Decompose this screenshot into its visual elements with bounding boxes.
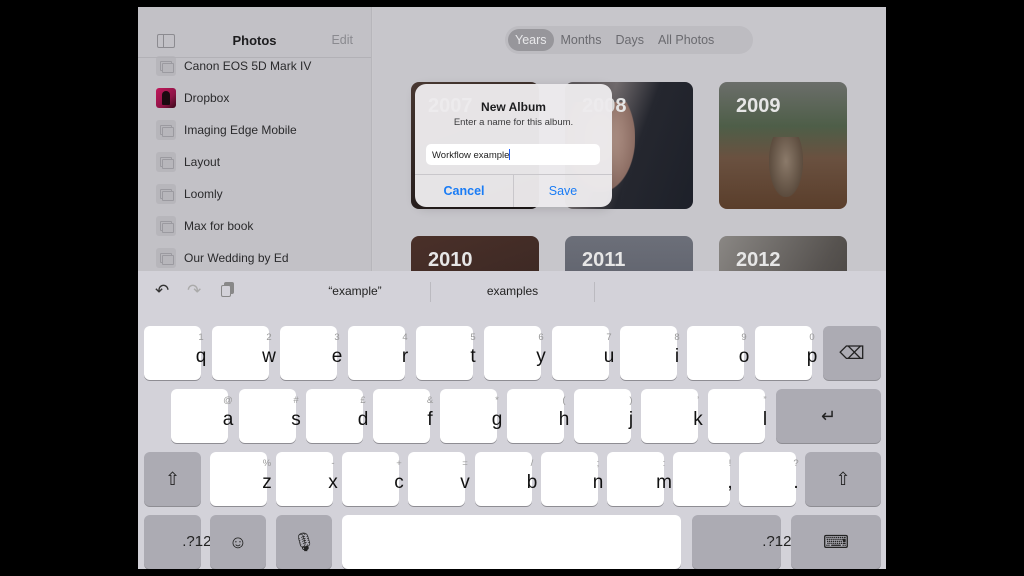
cancel-button[interactable]: Cancel (415, 175, 514, 207)
key-h[interactable]: (h (507, 389, 569, 443)
view-segmented-control: Years Months Days All Photos (505, 26, 753, 54)
delete-icon: ⌫ (839, 342, 865, 363)
album-placeholder-icon (156, 120, 176, 140)
album-placeholder-icon (156, 152, 176, 172)
key-y[interactable]: 6y (484, 326, 546, 380)
album-label: Canon EOS 5D Mark IV (184, 59, 312, 73)
key-g[interactable]: * g (440, 389, 502, 443)
album-item-layout[interactable]: Layout (138, 146, 371, 178)
photo-content (769, 137, 803, 197)
album-label: Max for book (184, 219, 254, 233)
dialog-message: Enter a name for this album. (453, 117, 574, 128)
album-item-dropbox[interactable]: Dropbox (138, 82, 371, 114)
tab-months[interactable]: Months (554, 29, 609, 51)
space-bar[interactable] (342, 515, 681, 569)
key-z[interactable]: % z (210, 452, 272, 506)
paste-icon[interactable] (221, 282, 234, 297)
emoji-icon: ☺ (228, 531, 248, 552)
album-placeholder-icon (156, 248, 176, 268)
album-placeholder-icon (156, 216, 176, 236)
year-card-2009[interactable]: 2009 (719, 82, 847, 209)
key-period[interactable]: ?. (739, 452, 799, 506)
sidebar-divider (138, 57, 371, 58)
dismiss-keyboard-key[interactable]: ⌨ (791, 515, 881, 569)
emoji-key[interactable]: ☺ (210, 515, 266, 569)
shift-icon: ⇧ (164, 468, 181, 489)
key-i[interactable]: 8i (620, 326, 680, 380)
keyboard-shortcut-bar: ↶ ↷ “example” examples (138, 271, 886, 309)
dictation-key[interactable]: 🎙︎ (276, 515, 332, 569)
suggestion-1[interactable]: “example” (280, 271, 430, 309)
year-label: 2010 (428, 249, 473, 271)
key-a[interactable]: @ a (171, 389, 233, 443)
album-name-value: Workflow example (432, 150, 510, 161)
numbers-key-left[interactable]: .?123 (144, 515, 220, 569)
key-t[interactable]: 5t (416, 326, 476, 380)
album-thumbnail (156, 88, 176, 108)
redo-icon[interactable]: ↷ (187, 281, 201, 301)
microphone-icon: 🎙︎ (292, 531, 316, 552)
album-label: Loomly (184, 187, 223, 201)
backspace-key[interactable]: ⌫ (823, 326, 881, 380)
key-w[interactable]: 2w (212, 326, 276, 380)
shift-key-right[interactable]: ⇧ (805, 452, 881, 506)
key-u[interactable]: 7u (552, 326, 614, 380)
new-album-dialog: New Album Enter a name for this album. W… (415, 84, 612, 207)
album-item-max-for-book[interactable]: Max for book (138, 210, 371, 242)
shift-key-left[interactable]: ⇧ (144, 452, 201, 506)
key-v[interactable]: = v (408, 452, 470, 506)
key-r[interactable]: 4r (348, 326, 408, 380)
year-label: 2011 (582, 249, 626, 271)
key-f[interactable]: & f (373, 389, 433, 443)
year-label: 2012 (736, 249, 781, 271)
text-caret (509, 149, 511, 160)
suggestion-divider (594, 282, 595, 302)
tab-days[interactable]: Days (609, 29, 651, 51)
save-button[interactable]: Save (514, 175, 612, 207)
ipad-screen: 16:08 Thu 4 Mar 📶︎ 45% Photos Edit Canon… (138, 7, 886, 569)
key-c[interactable]: + c (342, 452, 404, 506)
year-label: 2009 (736, 95, 781, 117)
album-item-imaging-edge-mobile[interactable]: Imaging Edge Mobile (138, 114, 371, 146)
onscreen-keyboard: ↶ ↷ “example” examples 1q2w3e4r5t6y7u8i9… (138, 271, 886, 569)
tab-all-photos[interactable]: All Photos (651, 29, 721, 51)
key-d[interactable]: £ d (306, 389, 368, 443)
return-key[interactable]: ↵ (776, 389, 881, 443)
album-label: Our Wedding by Ed (184, 251, 289, 265)
key-n[interactable]: ; n (541, 452, 603, 506)
album-label: Dropbox (184, 91, 230, 105)
undo-icon[interactable]: ↶ (155, 281, 169, 301)
key-e[interactable]: 3e (280, 326, 342, 380)
edit-button[interactable]: Edit (331, 33, 353, 47)
album-item-our-wedding-by-ed[interactable]: Our Wedding by Ed (138, 242, 371, 274)
key-m[interactable]: :m (607, 452, 672, 506)
return-icon: ↵ (820, 405, 837, 426)
key-o[interactable]: 9o (687, 326, 749, 380)
album-label: Layout (184, 155, 221, 169)
key-q[interactable]: 1q (144, 326, 206, 380)
key-s[interactable]: # s (239, 389, 301, 443)
album-item-loomly[interactable]: Loomly (138, 178, 371, 210)
album-placeholder-icon (156, 184, 176, 204)
key-b[interactable]: / b (475, 452, 537, 506)
keyboard-dismiss-icon: ⌨ (823, 531, 849, 552)
key-x[interactable]: -x (276, 452, 338, 506)
numbers-key-right[interactable]: .?123 (692, 515, 800, 569)
dialog-title: New Album (481, 100, 546, 114)
key-comma[interactable]: !, (673, 452, 733, 506)
album-item-canon-eos-5d-mark-iv[interactable]: Canon EOS 5D Mark IV (138, 50, 371, 82)
tab-years[interactable]: Years (508, 29, 554, 51)
sidebar: Photos Edit Canon EOS 5D Mark IV Dropbox… (138, 7, 372, 271)
key-k[interactable]: ’ k (641, 389, 703, 443)
key-p[interactable]: 0p (755, 326, 817, 380)
album-name-input[interactable]: Workflow example (426, 144, 600, 165)
album-placeholder-icon (156, 56, 176, 76)
shift-icon: ⇧ (835, 468, 851, 489)
dialog-buttons: Cancel Save (415, 174, 612, 207)
album-label: Imaging Edge Mobile (184, 123, 297, 137)
key-j[interactable]: ) j (574, 389, 633, 443)
key-l[interactable]: ” l (708, 389, 767, 443)
suggestion-2[interactable]: examples (431, 271, 594, 309)
